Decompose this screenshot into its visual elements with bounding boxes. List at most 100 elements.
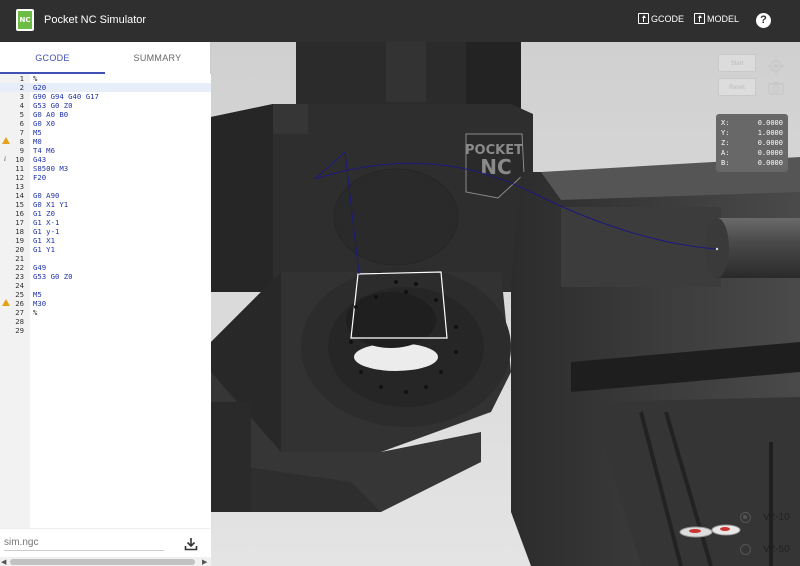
line-number: 4 [19,101,24,110]
code-text: T4 M6 [33,146,55,155]
line-number: 23 [15,272,24,281]
code-text: % [33,74,38,83]
filename-input[interactable] [4,535,164,551]
code-text: G90 G94 G40 G17 [33,92,99,101]
line-number: 7 [19,128,24,137]
code-line[interactable]: 7 M5 [0,128,211,137]
coord-row: B: 0.0000 [721,158,783,168]
machine-viewport[interactable]: POCKET NC Start Reset X: 0.0000 Y: 1.000… [211,42,800,566]
gcode-editor[interactable]: 1% 2 G20 3 G90 G94 G40 G17 4 G53 G0 Z0 5 G0 A0 B… [0,74,211,528]
help-button[interactable]: ? [756,13,771,28]
pocket-nc-logo-icon: NC [16,9,34,31]
code-line[interactable]: 8 M0 [0,137,211,146]
line-number: 29 [15,326,24,335]
tab-gcode[interactable]: GCODE [0,42,105,74]
code-line[interactable]: 27% [0,308,211,317]
code-text: G53 G0 Z0 [33,101,73,110]
code-line[interactable]: 11 S8500 M3 [0,164,211,173]
coord-row: Z: 0.0000 [721,138,783,148]
brand-text-line2: NC [480,155,511,179]
line-number: 20 [15,245,24,254]
code-text: M5 [33,290,42,299]
code-line[interactable]: 20 G1 Y1 [0,245,211,254]
model-option-label: V2-50 [763,544,790,555]
coord-value: 0.0000 [757,159,783,167]
coord-axis: Z: [721,139,730,147]
code-line[interactable]: 12 F20 [0,173,211,182]
code-line[interactable]: 6 G0 X0 [0,119,211,128]
code-line[interactable]: 28 [0,317,211,326]
line-number: 14 [15,191,24,200]
scroll-right-icon[interactable]: ▶ [202,558,207,566]
line-number: 5 [19,110,24,119]
left-panel: GCODE SUMMARY 1% 2 G20 3 G90 G94 G40 G17 4 G53… [0,42,211,566]
code-text: G0 A0 B0 [33,110,69,119]
line-number: 21 [15,254,24,263]
code-line[interactable]: 21 [0,254,211,263]
line-number: 16 [15,209,24,218]
line-number: 6 [19,119,24,128]
code-line[interactable]: 25 M5 [0,290,211,299]
file-bar: ◀ ▶ [0,528,211,566]
code-line[interactable]: 22 G49 [0,263,211,272]
code-text: G1 Y1 [33,245,55,254]
line-number: 25 [15,290,24,299]
code-text: G1 X1 [33,236,55,245]
line-number: 8 [19,137,24,146]
code-line[interactable]: 16 G1 Z0 [0,209,211,218]
code-line[interactable]: 3 G90 G94 G40 G17 [0,92,211,101]
radio-selected-icon[interactable] [740,512,751,523]
line-number: 18 [15,227,24,236]
code-text: G43 [33,155,47,164]
code-line[interactable]: 17 G1 X-1 [0,218,211,227]
tab-summary[interactable]: SUMMARY [105,42,210,74]
code-text: M30 [33,299,47,308]
coord-row: Y: 1.0000 [721,128,783,138]
code-line[interactable]: 24 [0,281,211,290]
tab-bar: GCODE SUMMARY [0,42,211,74]
coord-value: 0.0000 [757,149,783,157]
line-number: 2 [19,83,24,92]
code-line[interactable]: 23 G53 G0 Z0 [0,272,211,281]
code-line[interactable]: 1% [0,74,211,83]
upload-gcode-button[interactable]: GCODE [638,13,684,24]
scroll-left-icon[interactable]: ◀ [1,558,6,566]
upload-model-button[interactable]: MODEL [694,13,739,24]
code-line[interactable]: 13 [0,182,211,191]
model-option-v2-50[interactable]: V2-50 [740,544,790,555]
code-line[interactable]: 19 G1 X1 [0,236,211,245]
line-number: 17 [15,218,24,227]
code-line[interactable]: 26 M30 [0,299,211,308]
code-text: G1 y-1 [33,227,60,236]
reset-button[interactable]: Reset [718,78,756,96]
crosshair-icon[interactable] [768,58,784,74]
code-line[interactable]: 18 G1 y-1 [0,227,211,236]
code-line[interactable]: i 10 G43 [0,155,211,164]
start-button[interactable]: Start [718,54,756,72]
camera-icon[interactable] [768,80,784,96]
download-icon[interactable] [184,537,198,551]
app-title: Pocket NC Simulator [44,14,147,26]
machine-3d-scene[interactable]: POCKET NC [211,42,800,566]
code-line[interactable]: 29 [0,326,211,335]
code-text: G1 Z0 [33,209,55,218]
code-line[interactable]: 9 T4 M6 [0,146,211,155]
upload-model-label: MODEL [707,13,740,24]
code-line[interactable]: 15 G0 X1 Y1 [0,200,211,209]
horizontal-scrollbar[interactable]: ◀ ▶ [0,557,211,566]
line-number: 27 [15,308,24,317]
code-line[interactable]: 2 G20 [0,83,211,92]
code-text: G1 X-1 [33,218,60,227]
code-text: G0 X0 [33,119,55,128]
code-line[interactable]: 5 G0 A0 B0 [0,110,211,119]
scrollbar-thumb[interactable] [10,559,195,565]
code-line[interactable]: 14 G0 A90 [0,191,211,200]
model-option-v2-10[interactable]: V2-10 [740,512,790,523]
coord-value: 0.0000 [757,139,783,147]
line-number: 1 [19,74,24,83]
code-line[interactable]: 4 G53 G0 Z0 [0,101,211,110]
coord-value: 1.0000 [757,129,783,137]
logo-text: NC [19,15,31,24]
radio-unselected-icon[interactable] [740,544,751,555]
line-number: 3 [19,92,24,101]
